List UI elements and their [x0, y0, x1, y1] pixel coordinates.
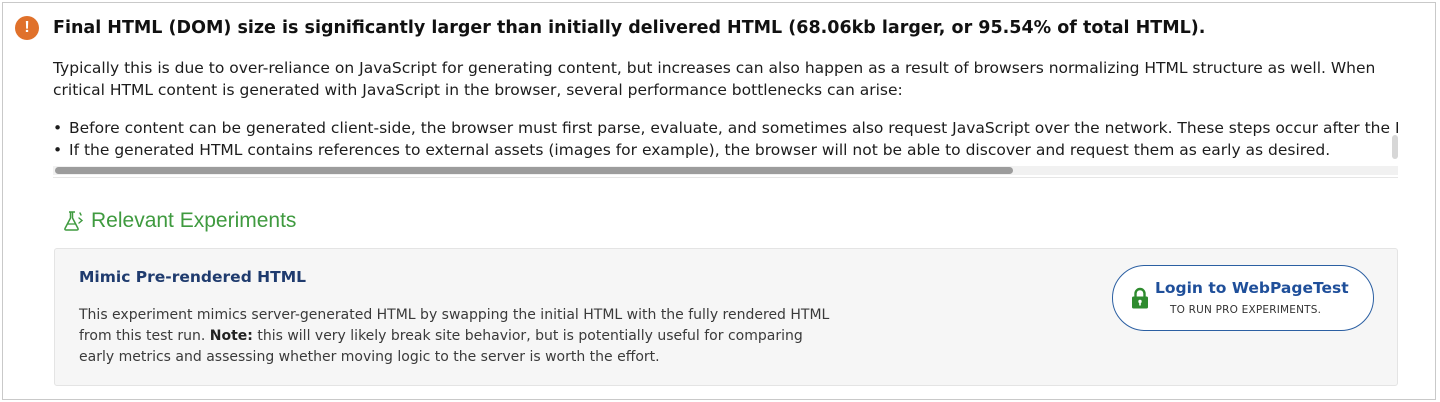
bullet-glyph: • [53, 119, 63, 137]
experiment-card: Mimic Pre-rendered HTML This experiment … [54, 248, 1398, 386]
section-title: Relevant Experiments [91, 209, 297, 232]
horizontal-scrollbar[interactable] [53, 166, 1398, 175]
note-label: Note: [209, 328, 253, 344]
bullet-text: Before content can be generated client-s… [69, 119, 1398, 137]
bullet-scroll-area[interactable]: • Before content can be generated client… [53, 117, 1398, 179]
login-label: Login to WebPageTest [1155, 279, 1349, 297]
flask-icon [64, 211, 84, 231]
login-button[interactable]: Login to WebPageTest TO RUN PRO EXPERIME… [1112, 265, 1374, 331]
bullet-list: • Before content can be generated client… [53, 117, 1398, 161]
bullet-text: If the generated HTML contains reference… [69, 141, 1331, 159]
list-item: • Before content can be generated client… [53, 117, 1398, 139]
lock-icon [1132, 287, 1148, 309]
relevant-experiments-heading: Relevant Experiments [61, 206, 296, 236]
insight-panel: ! Final HTML (DOM) size is significantly… [2, 2, 1436, 400]
vertical-scrollbar[interactable] [1392, 135, 1398, 159]
experiment-title: Mimic Pre-rendered HTML [79, 268, 307, 286]
divider [53, 177, 1398, 178]
alert-heading: Final HTML (DOM) size is significantly l… [53, 18, 1206, 38]
bullet-glyph: • [53, 141, 63, 159]
experiment-description: This experiment mimics server-generated … [79, 305, 839, 368]
list-item: • If the generated HTML contains referen… [53, 139, 1398, 161]
login-sublabel: TO RUN PRO EXPERIMENTS. [1170, 304, 1322, 316]
alert-description: Typically this is due to over-reliance o… [53, 59, 1376, 99]
scrollbar-thumb[interactable] [55, 167, 1013, 174]
exclamation-icon: ! [15, 16, 39, 40]
